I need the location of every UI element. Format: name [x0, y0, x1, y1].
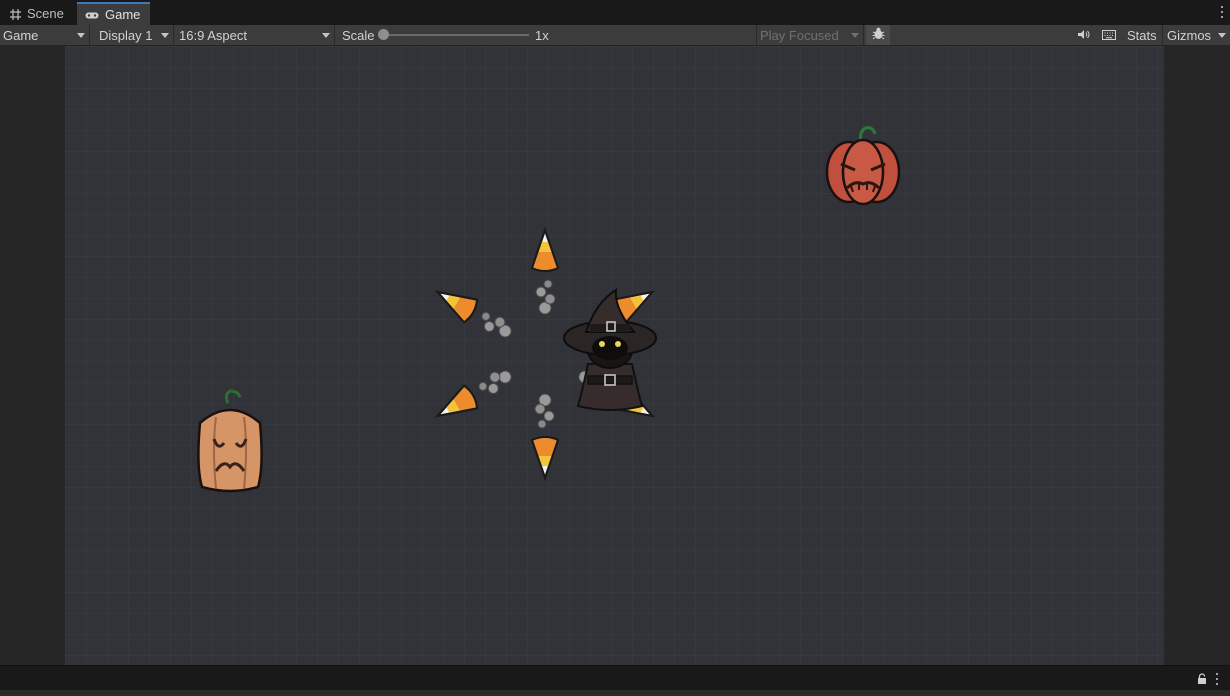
sad-pumpkin-enemy [197, 389, 263, 493]
chevron-down-icon [77, 33, 85, 38]
gizmos-label: Gizmos [1167, 27, 1212, 43]
game-view-toolbar: Game Display 1 16:9 Aspect Scale 1x Play… [0, 25, 1230, 46]
mute-audio-button[interactable] [1072, 25, 1094, 45]
gizmos-dropdown[interactable]: Gizmos [1162, 25, 1230, 45]
chevron-down-icon [1218, 33, 1226, 38]
kebab-menu-icon[interactable] [1220, 5, 1224, 19]
chevron-down-icon [322, 33, 330, 38]
display-dropdown-label: Display 1 [99, 27, 153, 43]
witch-character [563, 288, 657, 411]
editor-tab-bar: Scene Game [0, 0, 1230, 25]
bottom-panel-edge [0, 690, 1230, 696]
lock-icon[interactable] [1197, 673, 1207, 688]
display-dropdown[interactable]: Display 1 [92, 25, 174, 45]
grid-icon [10, 8, 21, 20]
mode-dropdown-label: Game [3, 27, 39, 43]
game-viewport[interactable] [65, 46, 1164, 665]
shortcuts-button[interactable] [1097, 25, 1121, 45]
stats-button[interactable]: Stats [1127, 25, 1157, 45]
aspect-dropdown-label: 16:9 Aspect [179, 27, 247, 43]
scale-value: 1x [535, 27, 549, 43]
debug-toggle-button[interactable] [866, 25, 890, 45]
scale-slider-track[interactable] [384, 34, 529, 36]
kebab-menu-icon[interactable] [1215, 672, 1219, 686]
chevron-down-icon [851, 33, 859, 38]
tab-game[interactable]: Game [77, 2, 150, 25]
chevron-down-icon [161, 33, 169, 38]
gamepad-icon [85, 9, 99, 20]
bug-icon [872, 27, 885, 43]
scale-label: Scale [342, 27, 375, 43]
scale-slider-thumb[interactable] [378, 29, 389, 40]
angry-pumpkin-enemy [825, 126, 901, 206]
aspect-dropdown[interactable]: 16:9 Aspect [175, 25, 335, 45]
mode-dropdown[interactable]: Game [0, 25, 90, 45]
tab-scene[interactable]: Scene [2, 2, 74, 25]
speaker-icon [1077, 28, 1090, 43]
keyboard-icon [1102, 28, 1116, 43]
tab-scene-label: Scene [27, 6, 64, 21]
tab-game-label: Game [105, 7, 141, 22]
play-focused-label: Play Focused [760, 27, 839, 43]
play-focused-dropdown[interactable]: Play Focused [756, 25, 864, 45]
